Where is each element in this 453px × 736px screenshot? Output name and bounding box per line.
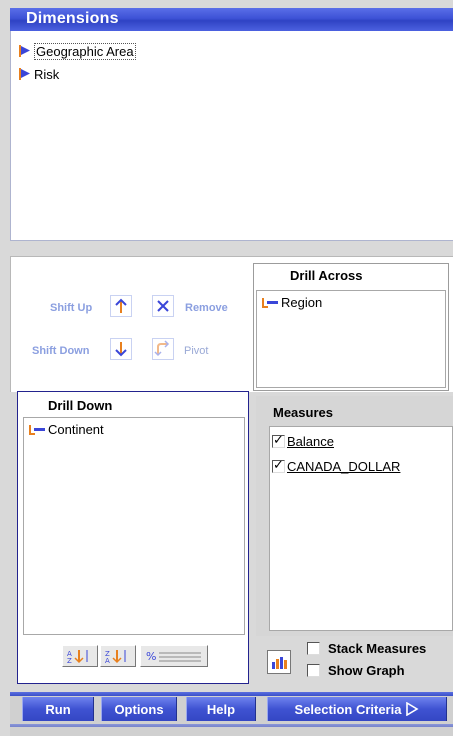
remove-button[interactable] bbox=[152, 295, 174, 317]
arrow-right-icon bbox=[406, 702, 420, 716]
drill-across-title: Drill Across bbox=[290, 268, 363, 283]
arrow-down-icon bbox=[115, 342, 127, 357]
help-button[interactable]: Help bbox=[186, 697, 256, 721]
drill-across-item-label: Region bbox=[281, 295, 323, 310]
pivot-label[interactable]: Pivot bbox=[184, 345, 208, 357]
pivot-icon bbox=[154, 340, 170, 357]
svg-text:%: % bbox=[146, 650, 156, 663]
show-graph-checkbox[interactable] bbox=[307, 664, 320, 677]
bar-chart-icon bbox=[272, 657, 287, 669]
dimension-item-label: Risk bbox=[34, 66, 60, 82]
dimensions-header: Dimensions bbox=[10, 8, 453, 31]
sort-ascending-button[interactable]: A Z bbox=[62, 645, 98, 667]
run-label: Run bbox=[45, 701, 71, 717]
stack-measures-option[interactable]: Stack Measures bbox=[307, 641, 426, 656]
remove-label[interactable]: Remove bbox=[185, 302, 228, 314]
options-label: Options bbox=[114, 701, 164, 717]
measures-title: Measures bbox=[273, 405, 333, 420]
drill-down-item-label: Continent bbox=[48, 422, 104, 437]
stack-measures-label: Stack Measures bbox=[328, 641, 427, 656]
dimension-flag-icon bbox=[19, 68, 30, 80]
measures-panel: Measures ✓ Balance ✓ CANADA_DOLLAR bbox=[256, 396, 453, 636]
drill-across-panel: Drill Across Region bbox=[253, 263, 449, 391]
drill-down-title: Drill Down bbox=[48, 398, 113, 413]
shift-up-label[interactable]: Shift Up bbox=[50, 302, 92, 314]
measure-item-canada-dollar[interactable]: ✓ CANADA_DOLLAR bbox=[272, 457, 401, 474]
sort-ascending-icon: A Z bbox=[67, 650, 88, 664]
dimension-flag-icon bbox=[19, 45, 30, 57]
selection-criteria-button[interactable]: Selection Criteria bbox=[267, 697, 447, 721]
svg-text:A: A bbox=[105, 657, 110, 664]
drill-across-list: Region bbox=[256, 290, 446, 388]
stack-measures-checkbox[interactable] bbox=[307, 642, 320, 655]
measure-checkbox[interactable]: ✓ bbox=[272, 457, 285, 473]
arrow-up-icon bbox=[115, 298, 127, 313]
pivot-button[interactable] bbox=[152, 338, 174, 360]
percent-button[interactable]: % bbox=[140, 645, 208, 667]
show-graph-option[interactable]: Show Graph bbox=[307, 663, 405, 678]
measure-item-balance[interactable]: ✓ Balance bbox=[272, 432, 334, 449]
show-graph-label: Show Graph bbox=[328, 663, 405, 678]
dimension-item-label: Geographic Area bbox=[34, 42, 136, 60]
drill-down-panel: Drill Down Continent bbox=[17, 391, 249, 684]
dimension-item-risk[interactable]: Risk bbox=[18, 65, 59, 83]
toolbar-stripe-bottom bbox=[10, 724, 453, 727]
close-icon bbox=[157, 300, 169, 312]
drill-down-item-continent[interactable]: Continent bbox=[28, 422, 104, 437]
toolbar-stripe-top bbox=[10, 692, 453, 696]
dimensions-list: Geographic Area Risk bbox=[10, 31, 453, 241]
drill-across-item-region[interactable]: Region bbox=[261, 295, 322, 310]
selection-criteria-label: Selection Criteria bbox=[294, 701, 402, 717]
run-button[interactable]: Run bbox=[22, 697, 94, 721]
shift-down-button[interactable] bbox=[110, 338, 132, 360]
help-label: Help bbox=[206, 701, 236, 717]
measure-checkbox[interactable]: ✓ bbox=[272, 432, 285, 448]
percent-icon: % bbox=[146, 650, 201, 663]
sort-descending-button[interactable]: Z A bbox=[100, 645, 136, 667]
options-button[interactable]: Options bbox=[101, 697, 177, 721]
measure-item-label: Balance bbox=[287, 434, 334, 449]
dimension-item-geographic-area[interactable]: Geographic Area bbox=[18, 42, 136, 60]
svg-text:Z: Z bbox=[67, 657, 72, 664]
dimensions-title: Dimensions bbox=[26, 10, 119, 27]
measure-item-label: CANADA_DOLLAR bbox=[287, 459, 401, 474]
shift-down-label[interactable]: Shift Down bbox=[32, 345, 89, 357]
level-icon bbox=[29, 424, 45, 435]
measures-list bbox=[269, 426, 453, 631]
graph-button[interactable] bbox=[267, 650, 291, 674]
level-icon bbox=[262, 297, 278, 308]
sort-descending-icon: Z A bbox=[105, 650, 126, 664]
shift-up-button[interactable] bbox=[110, 295, 132, 317]
drill-down-list: Continent bbox=[23, 417, 245, 635]
